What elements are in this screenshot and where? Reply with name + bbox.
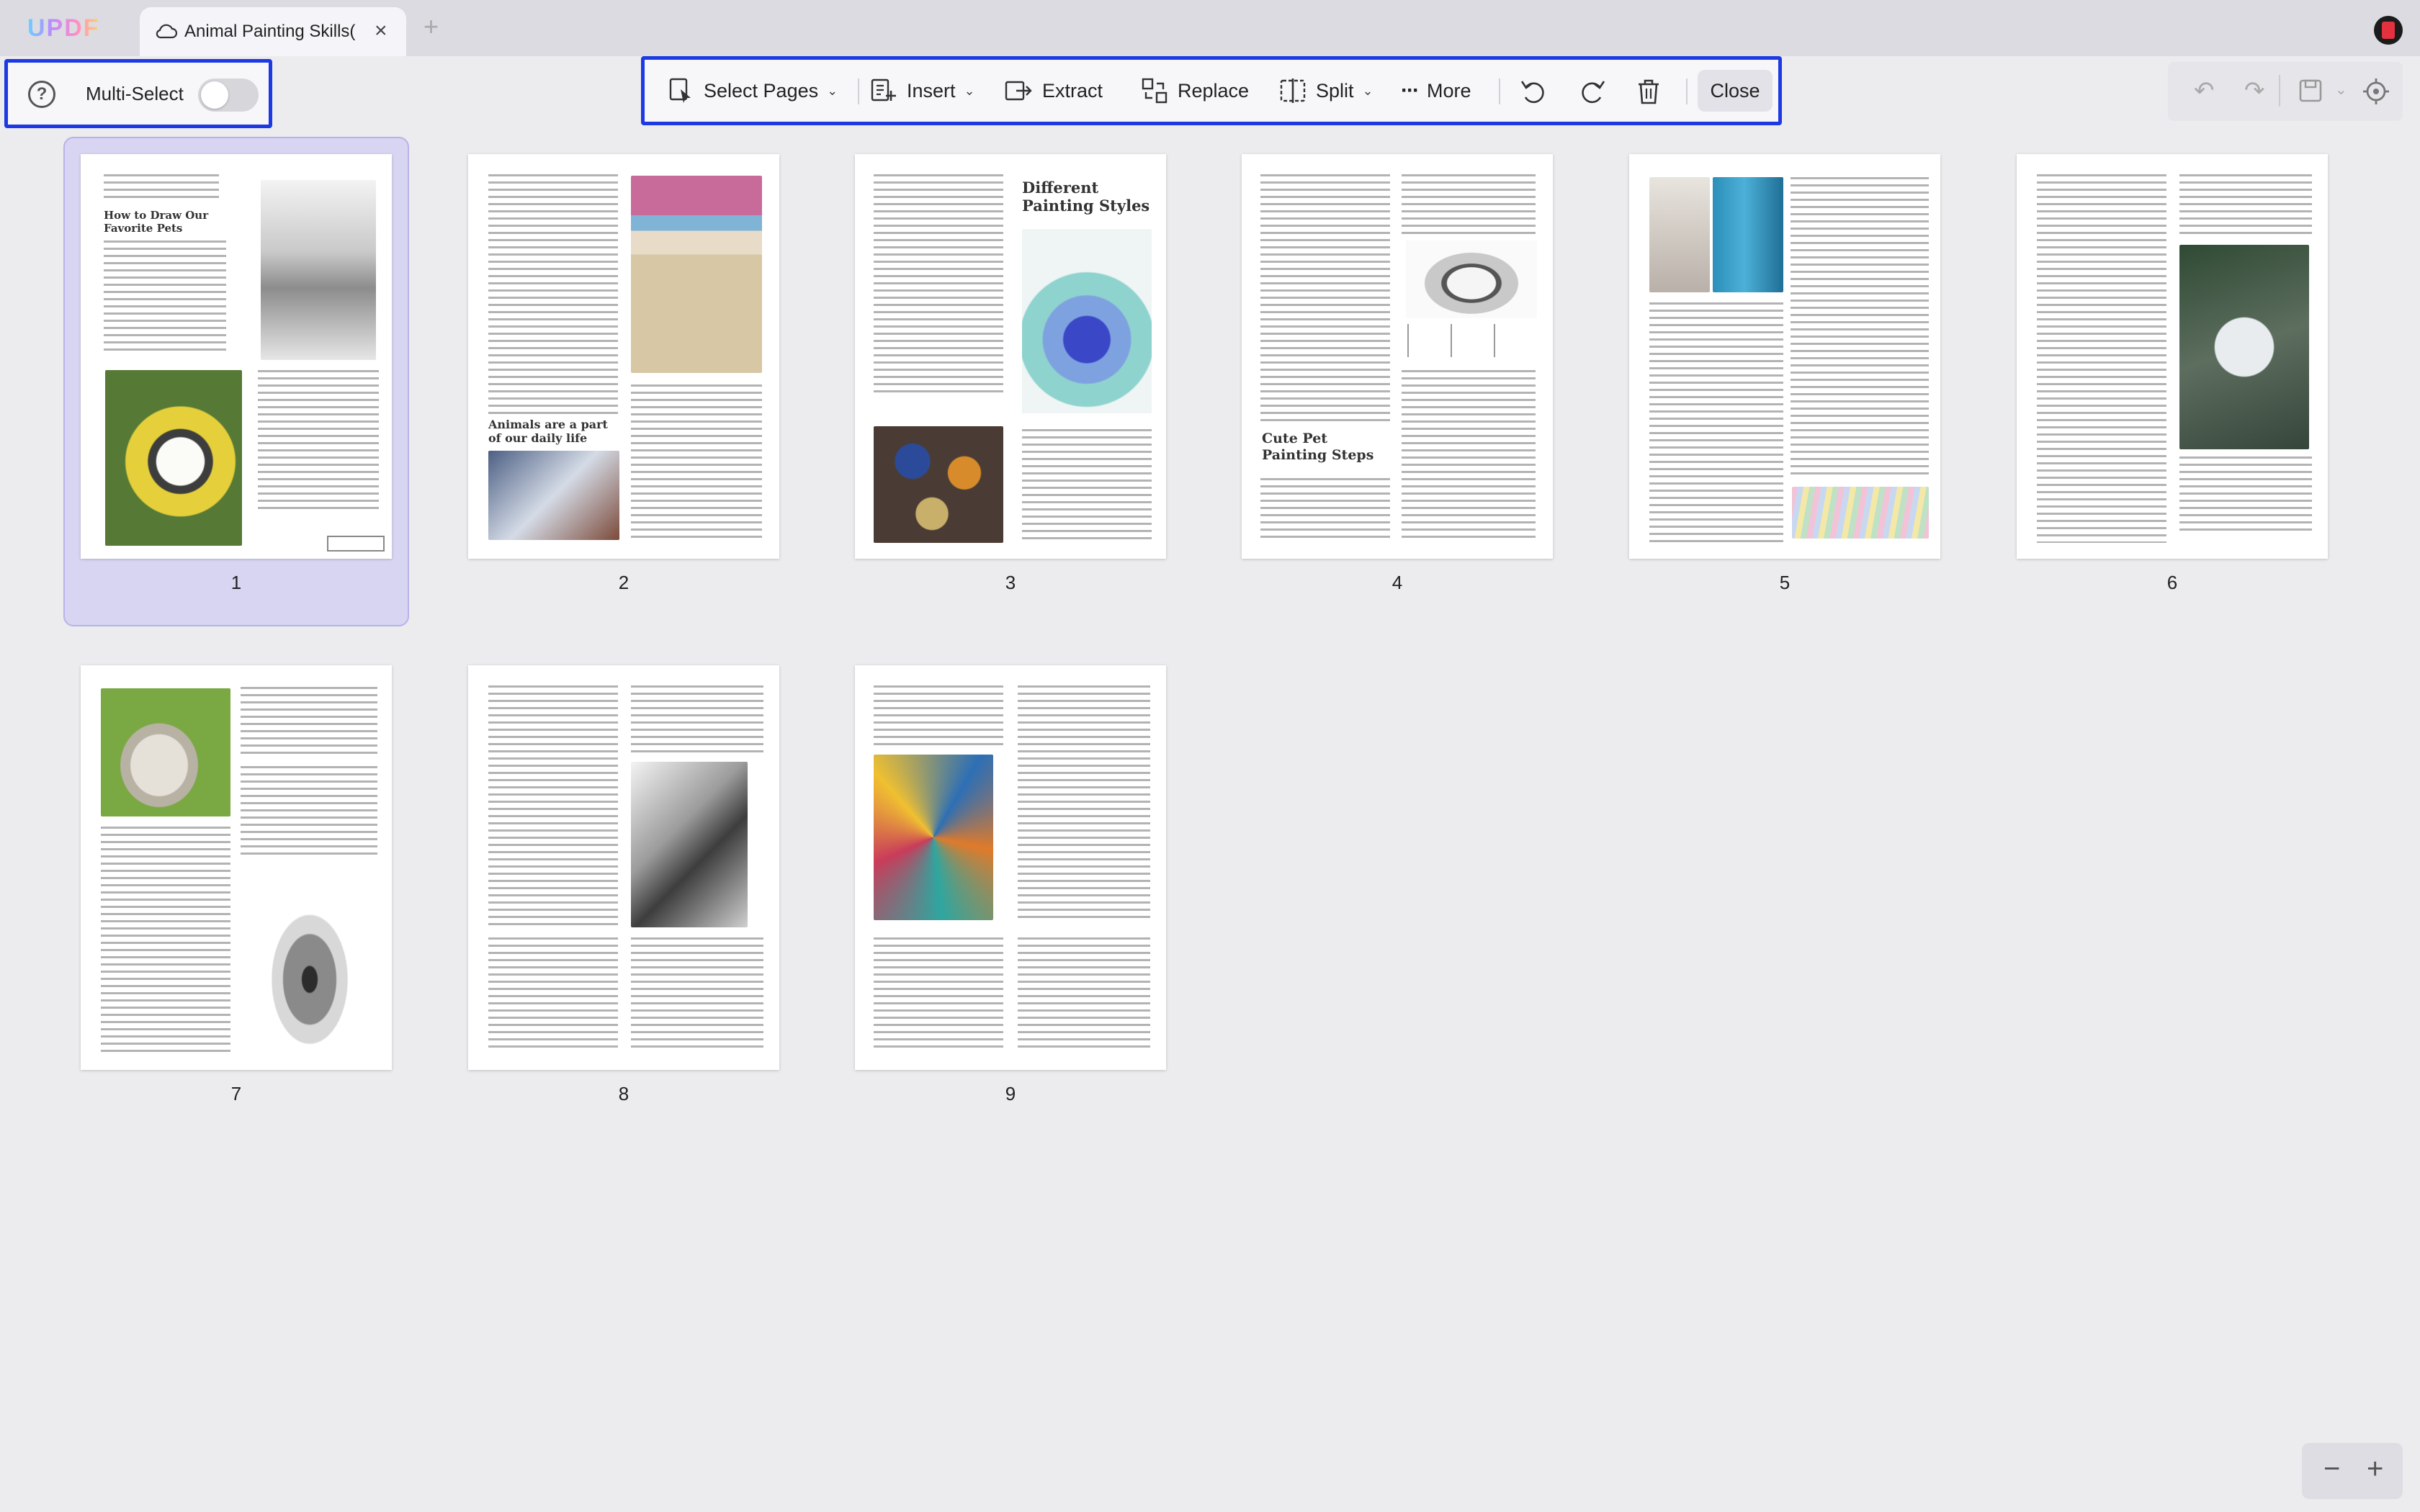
toolbar-divider: [858, 78, 859, 104]
split-label: Split: [1316, 79, 1354, 102]
right-toolbar: ↶ ↷ ⌄: [2168, 62, 2403, 121]
more-button[interactable]: ··· More: [1401, 60, 1471, 122]
colorful-painting-image: [874, 755, 993, 920]
cloud-icon: [156, 24, 177, 39]
rabbit-sketch-image: [243, 867, 376, 1048]
multi-select-group: ? Multi-Select: [4, 59, 272, 128]
dog-photo-image: [105, 370, 242, 546]
page-number: 1: [230, 572, 242, 593]
zoom-out-button[interactable]: −: [2323, 1453, 2340, 1485]
page-toolbar: Select Pages ⌄ Insert ⌄ Extract Replace …: [641, 56, 1782, 125]
tab-close-icon[interactable]: ×: [375, 19, 387, 43]
multi-select-label: Multi-Select: [86, 83, 184, 104]
document-tab[interactable]: Animal Painting Skills( ×: [140, 7, 406, 56]
select-pages-icon: [669, 78, 691, 103]
user-avatar[interactable]: [2374, 16, 2403, 45]
brushes-image: [631, 176, 762, 373]
toolbar-divider: [1686, 78, 1688, 104]
page-number: 6: [2166, 572, 2178, 593]
page-number: 3: [1005, 572, 1016, 593]
zoom-controls: − +: [2302, 1443, 2403, 1499]
watercolor-image: [1022, 229, 1152, 413]
blue-door-image: [1713, 177, 1783, 292]
page-heading: Different Painting Styles: [1022, 179, 1150, 215]
multi-select-toggle[interactable]: [198, 78, 259, 112]
chevron-down-icon: ⌄: [964, 83, 975, 98]
page-heading: How to Draw Our Favorite Pets: [104, 209, 209, 235]
insert-button[interactable]: Insert ⌄: [869, 60, 975, 122]
colored-pencils-image: [1792, 487, 1929, 539]
paint-pots-image: [874, 426, 1003, 543]
sketchbook-image: [2179, 245, 2309, 449]
page-number: 4: [1392, 572, 1403, 593]
select-pages-label: Select Pages: [704, 79, 819, 102]
tab-title: Animal Painting Skills(: [184, 22, 356, 41]
chevron-down-icon: ⌄: [827, 83, 838, 98]
page-number: 7: [230, 1083, 242, 1104]
zoom-in-button[interactable]: +: [2367, 1453, 2383, 1485]
page-preview: [81, 665, 392, 1070]
page-grid: How to Draw Our Favorite Pets 1 Animals …: [0, 134, 2420, 1512]
horse-sketch-image: [631, 762, 748, 927]
save-icon[interactable]: [2298, 78, 2323, 104]
help-icon[interactable]: ?: [28, 81, 55, 108]
insert-icon: [871, 78, 896, 102]
page-preview: Different Painting Styles: [855, 154, 1166, 559]
new-tab-button[interactable]: +: [424, 12, 439, 42]
replace-label: Replace: [1178, 79, 1250, 102]
corgi-sketch-image: [1406, 240, 1537, 318]
rotate-right-icon[interactable]: [1578, 77, 1607, 106]
painting-image: [488, 451, 619, 540]
extract-icon: [1005, 81, 1032, 101]
page-number: 8: [618, 1083, 629, 1104]
page-preview: [2017, 154, 2328, 559]
split-icon: [1280, 78, 1306, 103]
app-logo: UPDF: [27, 14, 100, 42]
page-heading: Animals are a part of our daily life: [488, 418, 608, 446]
rabbit-photo-image: [101, 688, 230, 816]
close-button[interactable]: Close: [1698, 70, 1773, 112]
page-preview: [855, 665, 1166, 1070]
toolbar-divider: [2279, 75, 2280, 107]
redo-icon[interactable]: ↷: [2244, 76, 2265, 105]
page-number: 5: [1779, 572, 1791, 593]
chevron-down-icon: ⌄: [1362, 83, 1373, 98]
page-number: 9: [1005, 1083, 1016, 1104]
insert-label: Insert: [907, 79, 956, 102]
page-preview: [1629, 154, 1940, 559]
tab-bar: UPDF Animal Painting Skills( × +: [0, 0, 2420, 56]
more-dots-icon: ···: [1401, 78, 1420, 102]
toolbar-divider: [1499, 78, 1500, 104]
statue-image: [1649, 177, 1710, 292]
page-preview: Animals are a part of our daily life: [468, 154, 779, 559]
replace-button[interactable]: Replace: [1140, 60, 1249, 122]
split-button[interactable]: Split ⌄: [1278, 60, 1373, 122]
select-pages-button[interactable]: Select Pages ⌄: [666, 60, 838, 122]
extract-button[interactable]: Extract: [1003, 60, 1103, 122]
replace-icon: [1142, 78, 1168, 104]
page-number: 2: [618, 572, 629, 593]
dog-sketch-image: [261, 180, 376, 360]
toggle-knob: [201, 81, 228, 109]
rotate-left-icon[interactable]: [1519, 77, 1548, 106]
ai-assistant-icon[interactable]: [2361, 76, 2391, 107]
trash-icon[interactable]: [1634, 77, 1663, 106]
chevron-down-icon[interactable]: ⌄: [2335, 81, 2347, 99]
page-preview: How to Draw Our Favorite Pets: [81, 154, 392, 559]
page-footer-box: [327, 536, 385, 552]
extract-label: Extract: [1042, 79, 1103, 102]
page-preview: [468, 665, 779, 1070]
undo-icon[interactable]: ↶: [2194, 76, 2215, 105]
more-label: More: [1426, 79, 1471, 102]
sketch-steps-image: [1402, 324, 1536, 357]
page-preview: Cute Pet Painting Steps: [1242, 154, 1553, 559]
page-organizer-window: UPDF Animal Painting Skills( × + ? Multi…: [0, 0, 2420, 1512]
page-heading: Cute Pet Painting Steps: [1262, 431, 1374, 463]
